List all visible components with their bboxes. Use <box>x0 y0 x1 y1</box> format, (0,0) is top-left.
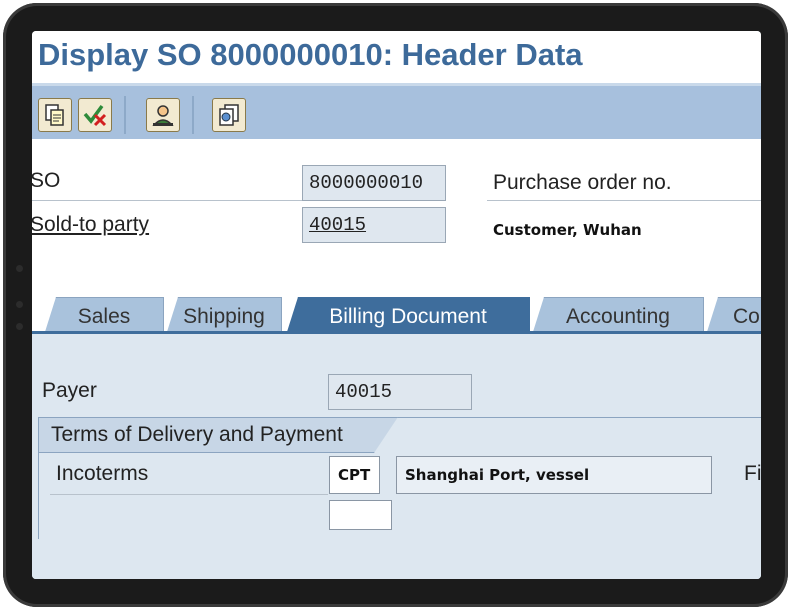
toolbar-separator <box>192 96 194 134</box>
check-cancel-icon <box>83 104 107 127</box>
lower-panel-fade <box>32 539 761 579</box>
billing-tab-panel: Payer 40015 Terms of Delivery and Paymen… <box>32 334 761 579</box>
sap-screen: Display SO 8000000010: Header Data SO 80… <box>32 31 761 579</box>
tab-sales[interactable]: Sales <box>44 297 164 335</box>
tab-shipping[interactable]: Shipping <box>166 297 282 335</box>
application-toolbar <box>32 83 761 142</box>
toolbar-separator <box>124 96 126 134</box>
document-flow-button[interactable] <box>212 98 246 132</box>
so-number-field[interactable]: 8000000010 <box>302 165 446 201</box>
incoterms-label: Incoterms <box>56 462 149 485</box>
tab-billing-document[interactable]: Billing Document <box>286 297 530 335</box>
person-button[interactable] <box>146 98 180 132</box>
check-cancel-button[interactable] <box>78 98 112 132</box>
sold-to-party-link[interactable]: Sold-to party <box>32 213 149 237</box>
tab-strip: Sales Shipping Billing Document Accounti… <box>32 289 761 335</box>
purchase-order-label: Purchase order no. <box>493 171 672 194</box>
title-bar: Display SO 8000000010: Header Data <box>32 31 761 83</box>
row-divider <box>50 494 328 495</box>
document-copy-icon <box>45 104 64 126</box>
row-divider <box>487 200 761 201</box>
page-title: Display SO 8000000010: Header Data <box>38 37 583 72</box>
terms-group-title: Terms of Delivery and Payment <box>38 417 398 453</box>
sold-to-party-field[interactable]: 40015 <box>302 207 446 243</box>
so-label: SO <box>32 169 61 192</box>
tab-accounting[interactable]: Accounting <box>532 297 704 335</box>
document-copy-button[interactable] <box>38 98 72 132</box>
row-divider <box>32 200 302 201</box>
incoterms-code-field[interactable]: CPT <box>329 456 380 494</box>
person-icon <box>152 105 174 126</box>
next-field-label: Fi <box>744 462 761 485</box>
payer-label: Payer <box>42 379 97 402</box>
sold-to-party-description: Customer, Wuhan <box>493 221 642 239</box>
bezel-dot <box>16 301 23 308</box>
tab-conditions[interactable]: Co <box>706 297 761 335</box>
document-flow-icon <box>219 104 239 126</box>
incoterms-description-field[interactable]: Shanghai Port, vessel <box>396 456 712 494</box>
terms-of-payment-field[interactable] <box>329 500 392 530</box>
bezel-dot <box>16 323 23 330</box>
payer-field[interactable]: 40015 <box>328 374 472 410</box>
bezel-dot <box>16 265 23 272</box>
